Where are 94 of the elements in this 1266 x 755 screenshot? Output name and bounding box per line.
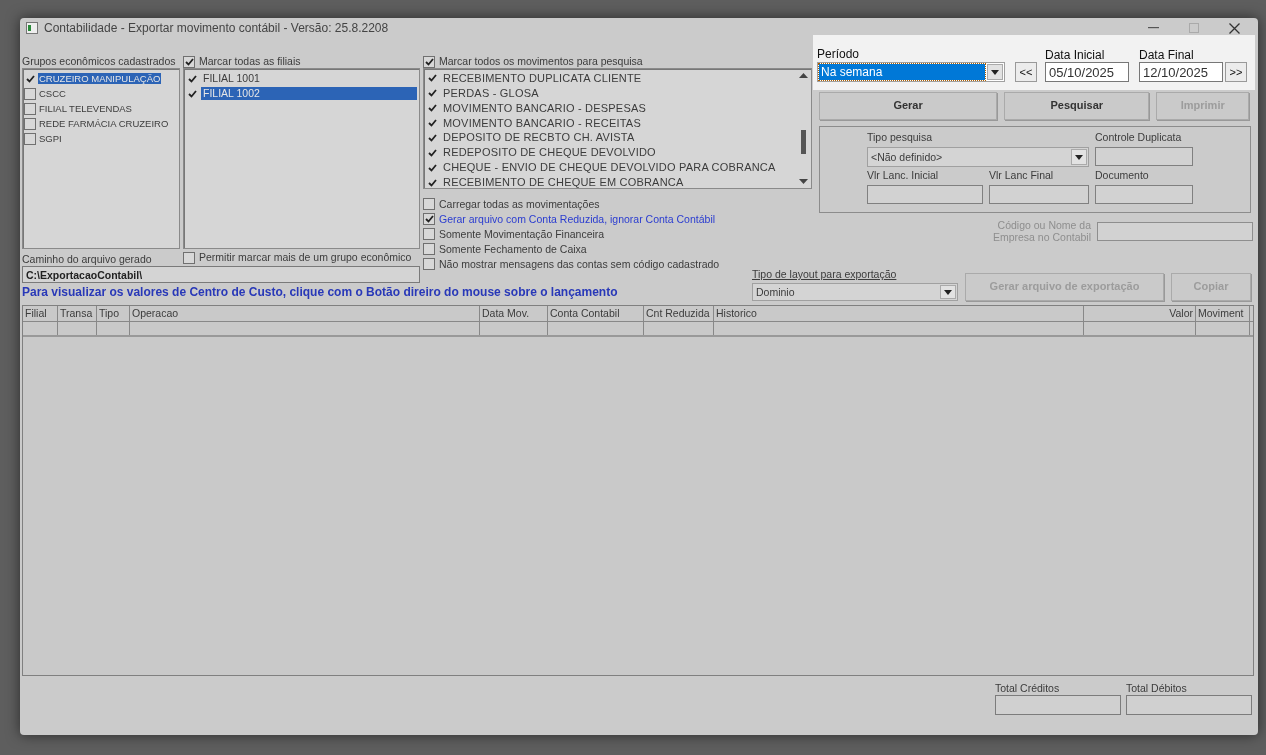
- text-field[interactable]: [1095, 185, 1193, 204]
- window-title: Contabilidade - Exportar movimento contábil - Versão: 25.8.2208: [44, 20, 389, 36]
- text-field[interactable]: [1095, 147, 1193, 166]
- list-label: Grupos econômicos cadastrados: [22, 55, 177, 68]
- column-header[interactable]: Operacao: [130, 306, 480, 321]
- checkbox[interactable]: [24, 132, 36, 145]
- next-button[interactable]: >>: [1225, 62, 1247, 82]
- list-item[interactable]: PERDAS - GLOSA: [441, 86, 541, 100]
- field-label: Data Inicial: [1045, 48, 1106, 62]
- path-field[interactable]: C:\ExportacaoContabil\: [22, 266, 420, 283]
- list-item[interactable]: FILIAL 1001: [201, 72, 262, 85]
- list-item[interactable]: CRUZEIRO MANIPULAÇÃO: [38, 72, 162, 85]
- action-button[interactable]: Pesquisar: [1004, 92, 1150, 120]
- checkbox[interactable]: [426, 117, 438, 130]
- field-label: Vlr Lanc Final: [989, 169, 1055, 183]
- checkbox-label[interactable]: Marcar todas as filiais: [199, 55, 301, 68]
- checkbox-label[interactable]: Não mostrar mensagens das contas sem código cadastrado: [439, 257, 720, 271]
- list-box[interactable]: CRUZEIRO MANIPULAÇÃO CSCC FILIAL TELEVENDAS REDE FARMÁCIA CRUZEIRO SGPI: [22, 68, 180, 249]
- checkbox[interactable]: [423, 243, 435, 255]
- scrollbar-thumb[interactable]: [800, 130, 806, 154]
- checkbox[interactable]: [24, 87, 36, 100]
- column-header[interactable]: Transa: [58, 306, 97, 321]
- list-item[interactable]: FILIAL TELEVENDAS: [38, 102, 133, 115]
- column-header[interactable]: Conta Contabil: [548, 306, 644, 321]
- minimize-icon[interactable]: [1148, 27, 1159, 29]
- checkbox[interactable]: [423, 228, 435, 240]
- dropdown[interactable]: <Não definido>: [867, 147, 1089, 167]
- checkbox[interactable]: [426, 132, 438, 144]
- list-item[interactable]: MOVIMENTO BANCARIO - DESPESAS: [441, 101, 649, 115]
- text-field[interactable]: [1097, 221, 1253, 241]
- checkbox-label[interactable]: Somente Movimentação Financeira: [439, 227, 605, 241]
- field-label: Total Débitos: [1126, 682, 1188, 695]
- field-label: Tipo pesquisa: [867, 131, 933, 145]
- field-label: Documento: [1095, 169, 1150, 183]
- list-item[interactable]: SGPI: [38, 132, 63, 145]
- text-field[interactable]: [867, 185, 983, 204]
- total-field[interactable]: [1126, 694, 1252, 715]
- caret-icon: [940, 285, 956, 299]
- field-label: Total Créditos: [995, 682, 1061, 695]
- list-box[interactable]: FILIAL 1001 FILIAL 1002: [183, 68, 420, 249]
- list-item[interactable]: CSCC: [38, 87, 67, 100]
- checkbox-label[interactable]: Carregar todas as movimentações: [439, 197, 600, 211]
- column-header[interactable]: Cnt Reduzida: [644, 306, 714, 321]
- list-item[interactable]: DEPOSITO DE RECBTO CH. AVISTA: [441, 131, 637, 145]
- date-field[interactable]: 12/10/2025: [1139, 62, 1223, 82]
- caret-icon: [987, 64, 1003, 80]
- field-label: Período: [817, 47, 861, 61]
- dropdown[interactable]: Dominio: [752, 283, 958, 301]
- list-item[interactable]: REDE FARMÁCIA CRUZEIRO: [38, 117, 170, 130]
- field-label: Caminho do arquivo gerado: [22, 253, 153, 266]
- list-item[interactable]: RECEBIMENTO DUPLICATA CLIENTE: [441, 71, 644, 86]
- checkbox[interactable]: [426, 87, 438, 100]
- checkbox-label[interactable]: Somente Fechamento de Caixa: [439, 242, 587, 256]
- checkbox[interactable]: [183, 55, 195, 68]
- close-icon[interactable]: [1229, 22, 1240, 34]
- action-button[interactable]: Gerar: [819, 92, 998, 120]
- field-label: Tipo de layout para exportação: [752, 268, 898, 281]
- hint-text: Para visualizar os valores de Centro de Custo, clique com o Botão direiro do mouse sobre o lançamento: [22, 284, 619, 300]
- caret-icon: [1071, 149, 1087, 165]
- checkbox[interactable]: [426, 102, 438, 115]
- column-header[interactable]: Valor: [1084, 306, 1196, 321]
- date-field[interactable]: 05/10/2025: [1045, 62, 1129, 82]
- scroll-down-icon[interactable]: [798, 179, 808, 184]
- column-header[interactable]: Historico: [714, 306, 1084, 321]
- field-label: Controle Duplicata: [1095, 131, 1183, 145]
- dropdown[interactable]: Na semana: [817, 62, 1005, 82]
- checkbox-label[interactable]: Marcar todos os movimentos para pesquisa: [439, 55, 643, 68]
- column-header[interactable]: Moviment: [1196, 306, 1250, 321]
- checkbox[interactable]: [24, 117, 36, 130]
- checkbox[interactable]: [423, 258, 435, 270]
- text-field[interactable]: [989, 185, 1089, 204]
- checkbox[interactable]: [423, 198, 435, 210]
- list-item[interactable]: FILIAL 1002: [201, 87, 417, 100]
- field-label: Data Final: [1139, 48, 1195, 62]
- checkbox-label[interactable]: Gerar arquivo com Conta Reduzida, ignorar Conta Contábil: [439, 212, 716, 226]
- list-item[interactable]: REDEPOSITO DE CHEQUE DEVOLVIDO: [441, 146, 658, 160]
- scroll-up-icon[interactable]: [798, 73, 808, 78]
- previous-button[interactable]: <<: [1015, 62, 1037, 82]
- checkbox[interactable]: [423, 213, 435, 225]
- checkbox[interactable]: [423, 55, 435, 68]
- list-item[interactable]: MOVIMENTO BANCARIO - RECEITAS: [441, 116, 643, 130]
- checkbox[interactable]: [183, 251, 195, 264]
- list-item[interactable]: RECEBIMENTO DE CHEQUE EM COBRANCA: [441, 176, 686, 188]
- checkbox[interactable]: [24, 102, 36, 115]
- app-icon: [26, 22, 38, 34]
- column-header[interactable]: Data Mov.: [480, 306, 548, 321]
- list-box[interactable]: [423, 68, 812, 189]
- field-label: Vlr Lanc. Inicial: [867, 169, 940, 183]
- total-field[interactable]: [995, 694, 1121, 715]
- column-header[interactable]: Tipo: [97, 306, 130, 321]
- column-header[interactable]: Filial: [23, 306, 58, 321]
- checkbox-label[interactable]: Permitir marcar mais de um grupo econômico: [199, 251, 412, 264]
- list-item[interactable]: CHEQUE - ENVIO DE CHEQUE DEVOLVIDO PARA COBRANCA: [441, 161, 778, 175]
- checkbox[interactable]: [426, 72, 438, 85]
